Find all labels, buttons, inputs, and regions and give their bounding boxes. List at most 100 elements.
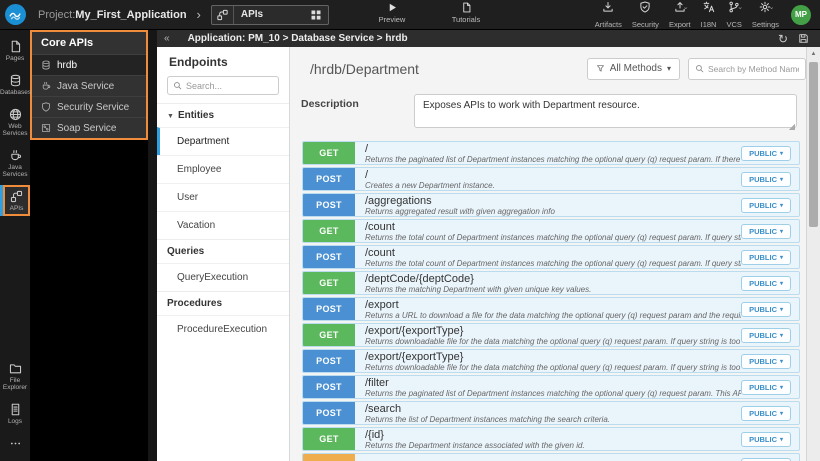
endpoints-search-input[interactable] xyxy=(186,80,273,91)
endpoint-item-vacation[interactable]: Vacation xyxy=(157,211,289,239)
sidebar-item-more[interactable] xyxy=(0,432,30,454)
api-row[interactable]: POST/export/{exportType} Returns download… xyxy=(302,349,800,373)
api-row[interactable]: GET/deptCode/{deptCode} Returns the match… xyxy=(302,271,800,295)
api-row[interactable]: POST / Creates a new Department instance. P… xyxy=(302,167,800,191)
core-api-item-soap-service[interactable]: Soap Service xyxy=(32,117,146,138)
endpoints-section-label: Queries xyxy=(167,246,205,257)
method-search-input[interactable] xyxy=(708,63,799,74)
topbar-action-artifacts[interactable]: Artifacts xyxy=(590,0,627,29)
endpoints-section-label: Entities xyxy=(177,110,215,121)
visibility-button[interactable]: PUBLIC▾ xyxy=(741,275,791,291)
sidebar-item-databases[interactable]: Databases xyxy=(0,69,31,100)
api-row[interactable]: POST/export Returns a URL to download a f… xyxy=(302,297,800,321)
preview-button[interactable]: Preview xyxy=(370,2,414,24)
sidebar-item-file-explorer[interactable]: File Explorer xyxy=(0,357,30,395)
api-description: Returns the list of Department instances… xyxy=(365,414,610,424)
sidebar-item-logs[interactable]: Logs xyxy=(0,398,30,429)
visibility-label: PUBLIC xyxy=(749,200,777,210)
caret-down-icon: ⌄ xyxy=(768,4,775,11)
method-badge: POST xyxy=(303,246,355,268)
api-path: /aggregations xyxy=(365,194,432,207)
method-badge: GET xyxy=(303,428,355,450)
method-badge: POST xyxy=(303,376,355,398)
collapse-panel-icon[interactable]: « xyxy=(164,33,170,44)
description-textarea[interactable]: Exposes APIs to work with Department res… xyxy=(414,94,797,128)
core-api-item-security-service[interactable]: Security Service xyxy=(32,96,146,117)
core-api-item-hrdb[interactable]: hrdb xyxy=(32,54,146,75)
apis-icon xyxy=(212,5,234,24)
sidebar-item-label: Pages xyxy=(5,55,25,62)
visibility-button[interactable]: PUBLIC▾ xyxy=(741,223,791,239)
apis-icon xyxy=(10,190,23,203)
endpoint-item-queryexecution[interactable]: QueryExecution xyxy=(157,263,289,291)
api-row[interactable]: POST/filter Returns the paginated list of… xyxy=(302,375,800,399)
app-logo[interactable] xyxy=(0,0,30,30)
api-row[interactable]: POST/search Returns the list of Departmen… xyxy=(302,401,800,425)
method-badge: PUT xyxy=(303,454,355,461)
api-row[interactable]: GET /{id} Returns the Department instance … xyxy=(302,427,800,451)
api-path: /filter xyxy=(365,376,389,389)
workspace-selector[interactable]: APIs xyxy=(210,4,329,25)
sidebar-item-apis[interactable]: APIs xyxy=(0,185,30,216)
api-row[interactable]: PUT PUBLIC▾ xyxy=(302,453,800,461)
api-row[interactable]: POST/count Returns the total count of Dep… xyxy=(302,245,800,269)
topbar: Project:My_First_Application › APIs Prev… xyxy=(0,0,820,30)
visibility-button[interactable]: PUBLIC▾ xyxy=(741,405,791,421)
search-icon xyxy=(173,81,182,90)
scrollbar-thumb[interactable] xyxy=(809,62,818,227)
visibility-button[interactable]: PUBLIC▾ xyxy=(741,301,791,317)
sidebar-item-label: Java Services xyxy=(2,164,28,178)
api-row[interactable]: GET / Returns the paginated list of Depart… xyxy=(302,141,800,165)
visibility-button[interactable]: PUBLIC▾ xyxy=(741,327,791,343)
visibility-button[interactable]: PUBLIC▾ xyxy=(741,171,791,187)
panel-splitter[interactable] xyxy=(148,30,157,461)
endpoints-section-queries[interactable]: Queries xyxy=(157,239,289,263)
topbar-action-settings[interactable]: ⌄ Settings xyxy=(747,0,784,29)
tutorials-button[interactable]: Tutorials xyxy=(444,2,488,24)
visibility-button[interactable]: PUBLIC▾ xyxy=(741,197,791,213)
core-api-item-java-service[interactable]: Java Service xyxy=(32,75,146,96)
methods-filter-button[interactable]: All Methods ▾ xyxy=(586,57,680,80)
visibility-label: PUBLIC xyxy=(749,252,777,262)
visibility-button[interactable]: PUBLIC▾ xyxy=(741,431,791,447)
refresh-icon[interactable]: ↻ xyxy=(778,33,788,45)
topbar-action-vcs[interactable]: ⌄ VCS xyxy=(721,0,746,29)
tutorials-icon xyxy=(461,2,472,13)
logs-icon xyxy=(9,403,22,416)
api-row[interactable]: POST/aggregations Returns aggregated resu… xyxy=(302,193,800,217)
sidebar-item-pages[interactable]: Pages xyxy=(0,35,30,66)
visibility-label: PUBLIC xyxy=(749,330,777,340)
endpoint-item-user[interactable]: User xyxy=(157,183,289,211)
sidebar-item-java-services[interactable]: Java Services xyxy=(0,144,30,182)
grid-icon xyxy=(310,9,322,21)
endpoints-section-procedures[interactable]: Procedures xyxy=(157,291,289,315)
visibility-button[interactable]: PUBLIC▾ xyxy=(741,249,791,265)
breadcrumb: Application: PM_10 > Database Service > … xyxy=(187,33,408,44)
api-row[interactable]: GET/export/{exportType} Returns downloada… xyxy=(302,323,800,347)
api-row[interactable]: GET/count Returns the total count of Depa… xyxy=(302,219,800,243)
api-row-text: /search Returns the list of Department in… xyxy=(365,403,741,424)
endpoint-item-employee[interactable]: Employee xyxy=(157,155,289,183)
topbar-action-i18n[interactable]: I18N xyxy=(696,0,722,29)
visibility-button[interactable]: PUBLIC▾ xyxy=(741,353,791,369)
scrollbar-up-button[interactable]: ▲ xyxy=(807,47,820,60)
visibility-label: PUBLIC xyxy=(749,278,777,288)
visibility-button[interactable]: PUBLIC▾ xyxy=(741,145,791,161)
visibility-label: PUBLIC xyxy=(749,382,777,392)
visibility-button[interactable]: PUBLIC▾ xyxy=(741,379,791,395)
content-header: « Application: PM_10 > Database Service … xyxy=(157,30,820,47)
core-apis-panel: Core APIs hrdb Java Service Security Servi… xyxy=(30,30,148,140)
sidebar-item-web-services[interactable]: Web Services xyxy=(0,103,30,141)
endpoint-item-department[interactable]: Department xyxy=(157,127,289,155)
user-avatar[interactable]: MP xyxy=(791,4,811,25)
file-explorer-icon xyxy=(9,362,22,375)
endpoints-section-entities[interactable]: ▼ Entities xyxy=(157,103,289,127)
caret-down-icon: ▾ xyxy=(779,280,783,287)
topbar-action-security[interactable]: Security xyxy=(627,0,664,29)
save-icon[interactable] xyxy=(798,33,809,44)
endpoint-item-procedureexecution[interactable]: ProcedureExecution xyxy=(157,315,289,343)
search-icon xyxy=(695,64,704,73)
topbar-action-export[interactable]: ⌄ Export xyxy=(664,0,696,29)
visibility-button[interactable]: PUBLIC▾ xyxy=(741,457,791,461)
funnel-icon xyxy=(596,64,605,73)
